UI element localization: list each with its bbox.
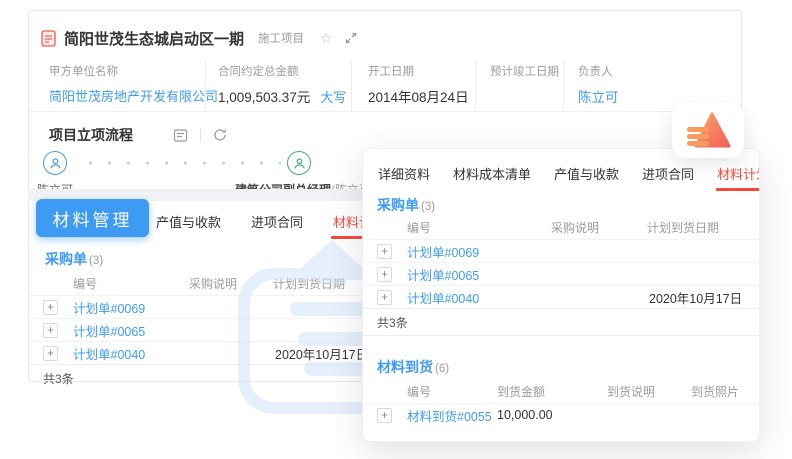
party-a-link[interactable]: 简阳世茂房地产开发有限公司: [49, 86, 205, 105]
flow-step1-avatar[interactable]: [43, 151, 67, 175]
purchase-section-header: 采购单 (3): [377, 195, 435, 215]
fullscreen-icon[interactable]: [345, 32, 357, 44]
expand-plus-icon[interactable]: +: [377, 244, 392, 259]
arrival-title: 材料到货: [377, 357, 433, 377]
col-number: 编号: [73, 275, 153, 292]
app-window: 简阳世茂生态城启动区一期 施工项目 ☆ 甲方单位名称 简阳世茂房地产开发有限公司…: [0, 0, 792, 459]
start-date-value: 2014年08月24日: [368, 86, 475, 106]
col-planned-date: 计划到货日期: [647, 219, 760, 236]
field-contract-amount: 合同约定总金额 1,009,503.37元大写: [206, 61, 352, 111]
amount-text: 1,009,503.37元: [218, 90, 310, 105]
material-management-button[interactable]: 材料管理: [36, 199, 149, 237]
flow-report-icon[interactable]: [173, 128, 188, 143]
front-tab-bar: 详细资料 材料成本清单 产值与收款 进项合同 材料计划/到货 劳务工人: [377, 157, 760, 193]
project-title: 简阳世茂生态城启动区一期: [64, 28, 244, 49]
col-purchase-note: 采购说明: [153, 275, 273, 292]
expand-plus-icon[interactable]: +: [43, 323, 58, 338]
refresh-icon[interactable]: [213, 128, 227, 142]
table-header: 编号 采购说明 计划到货日期: [363, 215, 759, 239]
app-logo: [672, 103, 744, 158]
planned-date-cell: 2020年10月17日: [647, 288, 760, 307]
purchase-count: (3): [421, 201, 435, 213]
tab-output-and-receipts[interactable]: 产值与收款: [154, 206, 223, 241]
table-row: + 计划单#0065: [363, 262, 759, 285]
col-purchase-note: 采购说明: [503, 219, 647, 236]
expand-plus-icon[interactable]: +: [377, 267, 392, 282]
col-number: 编号: [407, 383, 497, 400]
tab-input-contracts[interactable]: 进项合同: [249, 206, 305, 241]
table-header: 编号 到货金额 到货说明 到货照片: [363, 379, 759, 403]
tab-details[interactable]: 详细资料: [377, 158, 431, 192]
arrival-amount-cell: 10,000.00: [497, 408, 607, 422]
arrival-table: 编号 到货金额 到货说明 到货照片 + 材料到货#0055 10,000.00: [363, 379, 759, 426]
purchase-table: 编号 采购说明 计划到货日期 + 计划单#0069 + 计划单#0065 + 计…: [363, 215, 759, 336]
flow-step2-avatar[interactable]: [287, 151, 311, 175]
expand-plus-icon[interactable]: +: [377, 290, 392, 305]
project-fields: 甲方单位名称 简阳世茂房地产开发有限公司 合同约定总金额 1,009,503.3…: [29, 61, 729, 111]
amount-in-words-link[interactable]: 大写: [320, 90, 346, 105]
plan-order-link[interactable]: 计划单#0069: [407, 242, 503, 261]
plan-order-link[interactable]: 计划单#0040: [73, 344, 153, 363]
field-label: 负责人: [578, 63, 729, 79]
arrival-section-header: 材料到货 (6): [377, 357, 449, 377]
plan-order-link[interactable]: 计划单#0065: [73, 321, 153, 340]
flow-header: 项目立项流程: [49, 125, 227, 145]
field-party-a: 甲方单位名称 简阳世茂房地产开发有限公司: [29, 61, 206, 111]
plan-order-link[interactable]: 计划单#0069: [73, 298, 153, 317]
table-row: + 材料到货#0055 10,000.00: [363, 403, 759, 426]
divider: [29, 111, 741, 112]
expand-plus-icon[interactable]: +: [377, 408, 392, 423]
field-label: 合同约定总金额: [218, 63, 351, 79]
favorite-star-icon[interactable]: ☆: [320, 30, 333, 47]
flow-connector: [81, 161, 281, 165]
purchase-section-header: 采购单 (3): [45, 249, 103, 269]
field-expected-completion: 预计竣工日期: [476, 61, 564, 111]
project-type-label: 施工项目: [258, 30, 304, 46]
tab-input-contracts[interactable]: 进项合同: [641, 158, 695, 192]
expand-plus-icon[interactable]: +: [43, 346, 58, 361]
tab-material-plan-arrival[interactable]: 材料计划/到货: [716, 158, 760, 192]
field-label: 预计竣工日期: [490, 63, 563, 79]
purchase-title: 采购单: [377, 195, 419, 215]
tab-material-cost-list[interactable]: 材料成本清单: [452, 158, 532, 192]
table-row: + 计划单#0069: [363, 239, 759, 262]
contract-amount-value: 1,009,503.37元大写: [218, 86, 351, 106]
plan-order-link[interactable]: 计划单#0065: [407, 265, 503, 284]
field-label: 甲方单位名称: [49, 63, 205, 79]
purchase-count: (3): [89, 255, 103, 267]
arrival-count: (6): [435, 363, 449, 375]
flow-toolbar: [173, 128, 227, 143]
tab-output-and-receipts[interactable]: 产值与收款: [553, 158, 620, 192]
col-number: 编号: [407, 219, 503, 236]
expand-plus-icon[interactable]: +: [43, 300, 58, 315]
col-arrival-photo: 到货照片: [691, 383, 760, 400]
col-arrival-amount: 到货金额: [497, 383, 607, 400]
material-detail-panel: 详细资料 材料成本清单 产值与收款 进项合同 材料计划/到货 劳务工人 采购单 …: [362, 148, 760, 442]
table-row: + 计划单#0040 2020年10月17日: [363, 285, 759, 308]
field-start-date: 开工日期 2014年08月24日: [352, 61, 476, 111]
divider: [200, 128, 201, 142]
project-doc-icon: [41, 30, 56, 47]
field-label: 开工日期: [368, 63, 475, 79]
purchase-title: 采购单: [45, 249, 87, 269]
plan-order-link[interactable]: 计划单#0040: [407, 288, 503, 307]
arrival-order-link[interactable]: 材料到货#0055: [407, 406, 497, 425]
table-footer-count: 共3条: [363, 308, 759, 336]
col-arrival-note: 到货说明: [607, 383, 691, 400]
project-header: 简阳世茂生态城启动区一期 施工项目 ☆: [41, 25, 357, 51]
logo-mark-icon: [685, 112, 731, 150]
flow-title: 项目立项流程: [49, 125, 133, 145]
